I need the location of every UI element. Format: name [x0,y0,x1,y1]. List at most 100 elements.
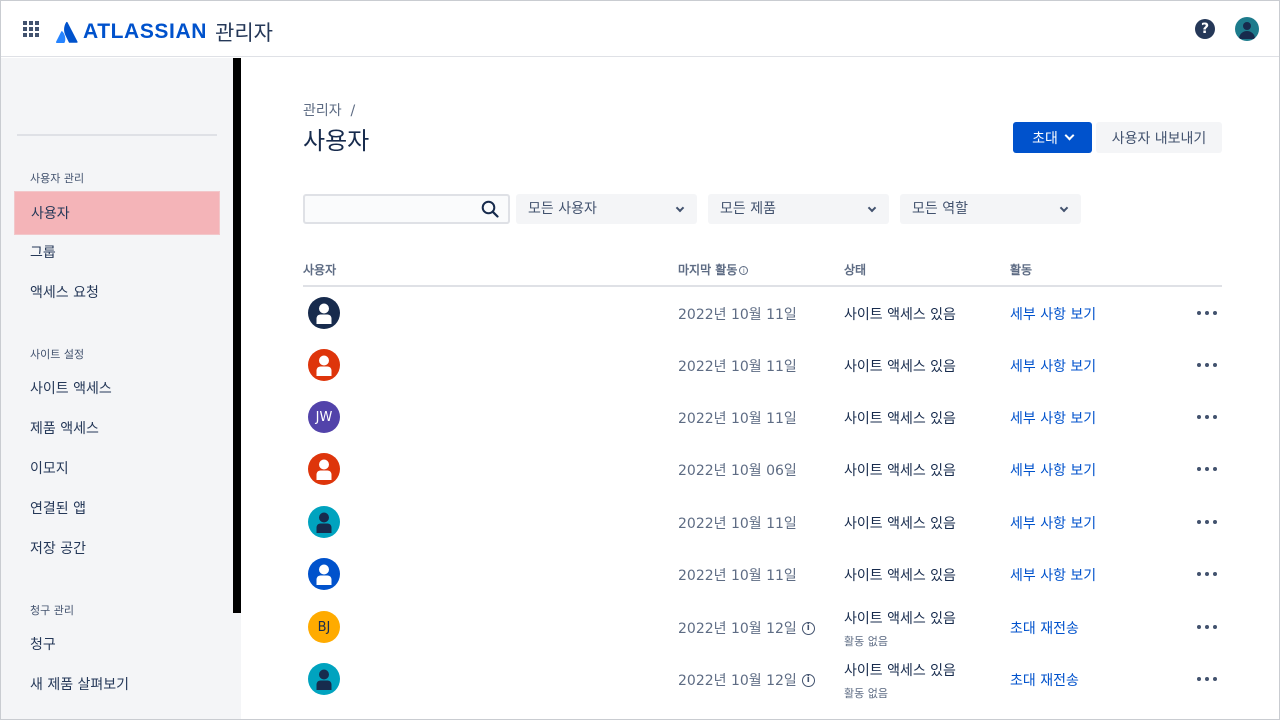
app-frame: ATLASSIAN 관리자 ? 사용자 관리 사용자 그룹 액세스 요청 사이트… [0,0,1280,720]
status-text: 사이트 액세스 있음 [844,307,956,323]
status-text: 사이트 액세스 있음 [844,411,956,427]
sidebar-item-users[interactable]: 사용자 [14,191,220,235]
table-row[interactable]: 2022년 10월 11일 사이트 액세스 있음 세부 사항 보기 [303,548,1222,600]
table-row[interactable]: BJ 2022년 10월 12일 i 사이트 액세스 있음 활동 없음 초대 재전송 [303,601,1222,653]
resend-invite-link[interactable]: 초대 재전송 [1010,618,1079,638]
status-cell: 사이트 액세스 있음활동 없음 [844,660,956,701]
sidebar-item-billing[interactable]: 청구 [14,623,220,667]
sidebar-heading-site-settings: 사이트 설정 [30,348,85,361]
last-active-cell: 2022년 10월 12일 i [678,618,815,638]
view-details-link[interactable]: 세부 사항 보기 [1010,304,1096,324]
atlassian-logo-icon [56,21,78,43]
sidebar-item-access-requests[interactable]: 액세스 요청 [14,271,220,315]
invite-button-label: 초대 [1032,130,1058,147]
table-row[interactable]: 2022년 10월 11일 사이트 액세스 있음 세부 사항 보기 [303,339,1222,391]
sidebar-item-groups[interactable]: 그룹 [14,231,220,275]
user-avatar[interactable] [308,558,340,590]
filter-products-select[interactable]: 모든 제품 [708,194,889,224]
table-row[interactable]: 2022년 10월 06일 사이트 액세스 있음 세부 사항 보기 [303,443,1222,495]
sidebar-item-site-access[interactable]: 사이트 액세스 [14,367,220,411]
app-switcher-icon[interactable] [23,21,39,37]
user-avatar[interactable]: BJ [308,611,340,643]
info-icon[interactable]: i [801,673,815,687]
filter-users-select[interactable]: 모든 사용자 [516,194,697,224]
info-icon[interactable]: i [801,621,815,635]
person-icon [316,303,332,324]
top-navigation: ATLASSIAN 관리자 ? [1,1,1279,57]
filter-roles-value: 모든 역할 [912,201,968,217]
chevron-down-icon [867,203,877,213]
more-actions-icon[interactable] [1197,305,1217,321]
person-icon [1239,22,1255,39]
resend-invite-link[interactable]: 초대 재전송 [1010,670,1079,690]
column-header-last-active-label: 마지막 활동 [678,263,738,277]
page-title: 사용자 [303,127,370,155]
person-icon [316,564,332,585]
user-avatar[interactable] [308,297,340,329]
sidebar-scrollbar-track[interactable] [233,613,241,719]
user-avatar[interactable] [308,453,340,485]
more-actions-icon[interactable] [1197,671,1217,687]
sidebar-divider [17,134,217,136]
last-active-date: 2022년 10월 11일 [678,568,797,584]
column-header-last-active[interactable]: 마지막 활동 i [678,261,749,278]
person-icon [316,355,332,376]
column-header-user[interactable]: 사용자 [303,261,336,278]
status-text: 사이트 액세스 있음 [844,568,956,584]
atlassian-logo[interactable]: ATLASSIAN 관리자 [56,17,273,47]
chevron-down-icon [1064,130,1075,141]
status-subtext: 활동 없음 [844,687,888,700]
sidebar-item-discover-products[interactable]: 새 제품 살펴보기 [14,663,220,707]
person-icon [316,459,332,480]
sidebar-item-connected-apps[interactable]: 연결된 앱 [14,487,220,531]
chevron-down-icon [1059,203,1069,213]
sidebar-item-storage[interactable]: 저장 공간 [14,527,220,571]
sidebar-heading-user-management: 사용자 관리 [30,172,85,185]
more-actions-icon[interactable] [1197,461,1217,477]
more-actions-icon[interactable] [1197,514,1217,530]
chevron-down-icon [675,203,685,213]
status-text: 사이트 액세스 있음 [844,663,956,679]
user-avatar[interactable] [308,349,340,381]
view-details-link[interactable]: 세부 사항 보기 [1010,460,1096,480]
sidebar-item-product-access[interactable]: 제품 액세스 [14,407,220,451]
table-row[interactable]: 2022년 10월 11일 사이트 액세스 있음 세부 사항 보기 [303,496,1222,548]
last-active-cell: 2022년 10월 11일 [678,565,797,585]
status-text: 사이트 액세스 있음 [844,359,956,375]
sidebar-scrollbar-thumb[interactable] [233,58,241,613]
last-active-date: 2022년 10월 06일 [678,463,797,479]
table-row[interactable]: 2022년 10월 12일 i 사이트 액세스 있음 활동 없음 초대 재전송 [303,653,1222,705]
avatar-initials: BJ [317,619,331,635]
filter-roles-select[interactable]: 모든 역할 [900,194,1081,224]
profile-avatar[interactable] [1235,17,1259,41]
breadcrumb[interactable]: 관리자 / [303,100,355,120]
view-details-link[interactable]: 세부 사항 보기 [1010,408,1096,428]
export-users-button[interactable]: 사용자 내보내기 [1096,122,1222,153]
user-avatar[interactable] [308,506,340,538]
more-actions-icon[interactable] [1197,566,1217,582]
status-cell: 사이트 액세스 있음 [844,304,956,324]
user-avatar[interactable] [308,663,340,695]
product-name: 관리자 [215,21,273,45]
view-details-link[interactable]: 세부 사항 보기 [1010,513,1096,533]
table-row[interactable]: 2022년 10월 11일 사이트 액세스 있음 세부 사항 보기 [303,287,1222,339]
column-header-activity: 활동 [1010,263,1033,277]
filter-products-value: 모든 제품 [720,201,776,217]
more-actions-icon[interactable] [1197,619,1217,635]
sidebar-item-emoji[interactable]: 이모지 [14,447,220,491]
more-actions-icon[interactable] [1197,409,1217,425]
status-cell: 사이트 액세스 있음 활동 없음 [844,608,956,649]
status-text: 사이트 액세스 있음 [844,611,956,627]
table-row[interactable]: JW 2022년 10월 11일 사이트 액세스 있음 세부 사항 보기 [303,391,1222,443]
view-details-link[interactable]: 세부 사항 보기 [1010,565,1096,585]
last-active-cell: 2022년 10월 11일 [678,513,797,533]
view-details-link[interactable]: 세부 사항 보기 [1010,356,1096,376]
help-icon[interactable]: ? [1195,19,1215,39]
info-icon[interactable]: i [739,266,749,275]
search-input[interactable] [303,194,510,224]
more-actions-icon[interactable] [1197,357,1217,373]
user-avatar[interactable]: JW [308,401,340,433]
last-active-date: 2022년 10월 11일 [678,307,797,323]
sidebar-heading-billing: 청구 관리 [30,604,74,617]
invite-button[interactable]: 초대 [1013,122,1092,153]
